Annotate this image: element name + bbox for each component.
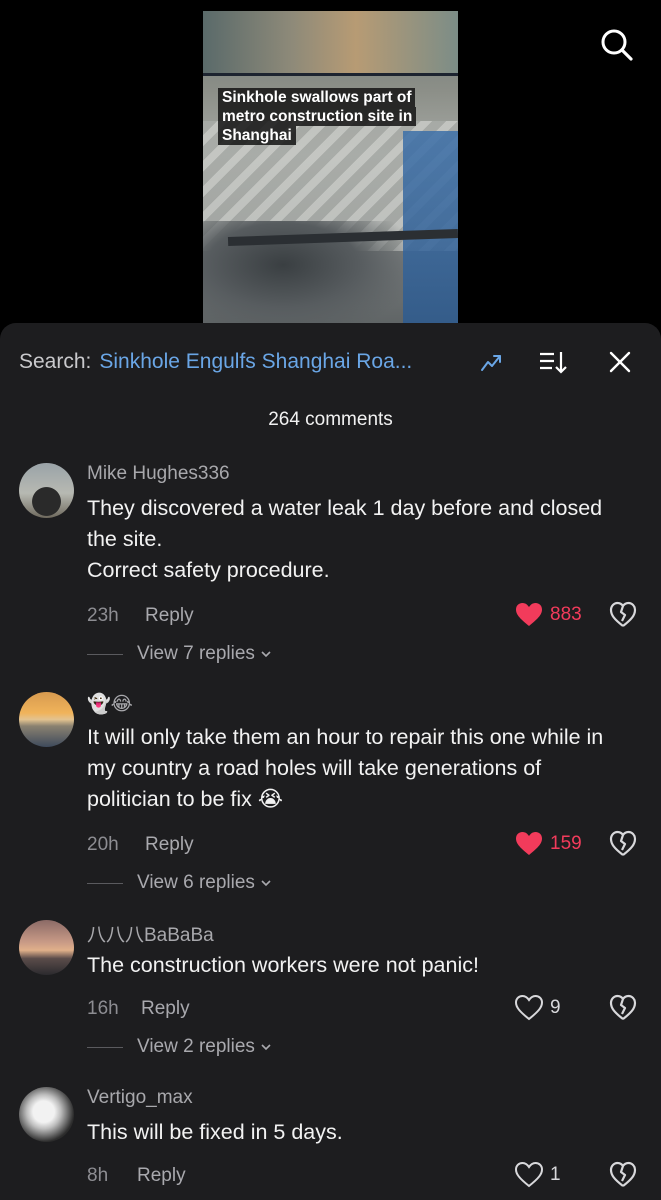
dislike-icon[interactable]: [609, 830, 637, 858]
like-button[interactable]: 1: [515, 1161, 605, 1189]
avatar[interactable]: [19, 1087, 74, 1142]
replies-divider: [87, 882, 123, 884]
video-caption: Sinkhole swallows part of metro construc…: [218, 88, 418, 145]
dislike-icon[interactable]: [609, 1161, 637, 1189]
trending-icon: [481, 355, 501, 371]
view-replies-button[interactable]: View 2 replies: [87, 1036, 272, 1058]
avatar[interactable]: [19, 463, 74, 518]
like-count: 883: [550, 604, 582, 625]
view-replies-label: View 6 replies: [137, 872, 255, 893]
comment-time: 20h: [87, 834, 119, 855]
comments-count: 264 comments: [268, 409, 393, 430]
close-icon[interactable]: [608, 350, 632, 374]
reply-button[interactable]: Reply: [145, 834, 194, 856]
replies-divider: [87, 653, 123, 655]
comment-text: This will be fixed in 5 days.: [87, 1120, 343, 1144]
dislike-icon[interactable]: [609, 994, 637, 1022]
search-icon[interactable]: [598, 26, 634, 62]
comment-text: They discovered a water leak 1 day befor…: [87, 496, 603, 582]
video-scene-top: [203, 11, 458, 73]
like-button[interactable]: 159: [515, 830, 605, 858]
comment-time: 23h: [87, 605, 119, 626]
like-count: 9: [550, 997, 561, 1018]
like-button[interactable]: 883: [515, 601, 605, 629]
comments-sheet: Search: Sinkhole Engulfs Shanghai Roa...…: [0, 323, 661, 1200]
like-count: 1: [550, 1164, 561, 1185]
view-replies-button[interactable]: View 7 replies: [87, 643, 272, 665]
reply-button[interactable]: Reply: [145, 605, 194, 627]
replies-divider: [87, 1046, 123, 1048]
comment-username[interactable]: Mike Hughes336: [87, 463, 230, 485]
search-term-link[interactable]: Sinkhole Engulfs Shanghai Roa...: [99, 350, 412, 374]
view-replies-button[interactable]: View 6 replies: [87, 872, 272, 894]
heart-outline-icon: [515, 1162, 543, 1188]
comment-text: The construction workers were not panic!: [87, 953, 479, 977]
heart-filled-icon: [516, 603, 542, 626]
reply-button[interactable]: Reply: [141, 998, 190, 1020]
heart-filled-icon: [516, 832, 542, 855]
like-button[interactable]: 9: [515, 994, 605, 1022]
chevron-down-icon: [261, 651, 271, 658]
chevron-down-icon: [261, 1044, 271, 1051]
comment-username[interactable]: Vertigo_max: [87, 1087, 193, 1109]
like-count: 159: [550, 833, 582, 854]
view-replies-label: View 2 replies: [137, 1036, 255, 1057]
comment-time: 16h: [87, 998, 119, 1019]
video-divider: [203, 73, 458, 76]
comment-text: It will only take them an hour to repair…: [87, 725, 604, 811]
chevron-down-icon: [261, 880, 271, 887]
dislike-icon[interactable]: [609, 601, 637, 629]
video-thumbnail[interactable]: [203, 11, 458, 331]
reply-button[interactable]: Reply: [137, 1165, 186, 1187]
sort-icon[interactable]: [539, 349, 567, 375]
comment-username[interactable]: 👻😂: [87, 692, 133, 716]
comment-username[interactable]: 八八八BaBaBa: [87, 920, 214, 947]
comment-time: 8h: [87, 1165, 109, 1186]
view-replies-label: View 7 replies: [137, 643, 255, 664]
avatar[interactable]: [19, 692, 74, 747]
avatar[interactable]: [19, 920, 74, 975]
heart-outline-icon: [515, 995, 543, 1021]
search-label: Search:: [19, 350, 92, 373]
search-suggestion[interactable]: Search: Sinkhole Engulfs Shanghai Roa...: [19, 349, 412, 375]
